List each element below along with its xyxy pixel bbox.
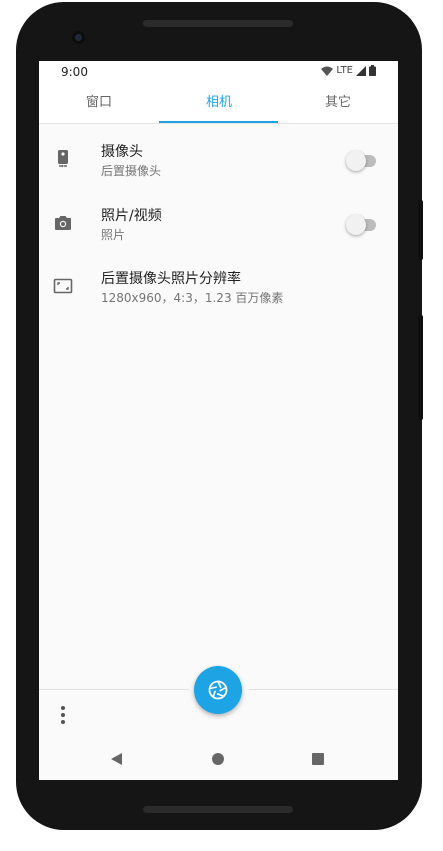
setting-row-resolution[interactable]: 后置摄像头照片分辨率 1280x960，4:3，1.23 百万像素 bbox=[39, 262, 398, 318]
toggle-thumb bbox=[346, 151, 366, 171]
setting-title: 后置摄像头照片分辨率 bbox=[101, 271, 241, 287]
volume-button bbox=[418, 315, 423, 420]
photo-video-toggle[interactable] bbox=[346, 215, 376, 235]
setting-subtitle: 1280x960，4:3，1.23 百万像素 bbox=[101, 291, 284, 305]
camera-icon bbox=[55, 216, 71, 230]
tab-other[interactable]: 其它 bbox=[278, 83, 398, 123]
shutter-button[interactable] bbox=[194, 666, 242, 714]
wifi-icon bbox=[321, 66, 334, 76]
bottom-speaker bbox=[143, 806, 293, 813]
status-bar: 9:00 LTE bbox=[39, 61, 398, 83]
more-vert-icon[interactable] bbox=[57, 706, 69, 726]
shutter-icon bbox=[208, 680, 228, 700]
network-type: LTE bbox=[336, 65, 353, 76]
toggle-thumb bbox=[346, 215, 366, 235]
power-button bbox=[418, 200, 423, 260]
setting-title: 摄像头 bbox=[101, 144, 143, 160]
back-icon[interactable] bbox=[111, 753, 122, 765]
status-icons: LTE bbox=[321, 65, 376, 76]
tab-indicator bbox=[159, 121, 278, 123]
signal-icon bbox=[356, 65, 366, 76]
setting-row-photo-video[interactable]: 照片/视频 照片 bbox=[39, 199, 398, 255]
setting-title: 照片/视频 bbox=[101, 208, 162, 224]
tab-camera[interactable]: 相机 bbox=[159, 83, 279, 123]
phone-camera-icon bbox=[58, 150, 68, 168]
battery-icon bbox=[369, 65, 376, 76]
aspect-ratio-icon bbox=[53, 278, 73, 294]
recents-icon[interactable] bbox=[312, 753, 324, 765]
tab-window[interactable]: 窗口 bbox=[39, 83, 159, 123]
status-time: 9:00 bbox=[61, 65, 88, 79]
front-camera bbox=[72, 31, 85, 44]
setting-subtitle: 照片 bbox=[101, 228, 126, 242]
home-icon[interactable] bbox=[212, 753, 224, 765]
system-nav-bar bbox=[39, 737, 398, 780]
setting-subtitle: 后置摄像头 bbox=[101, 164, 162, 178]
top-speaker bbox=[143, 20, 293, 27]
camera-toggle[interactable] bbox=[346, 151, 376, 171]
tab-bar: 窗口 相机 其它 bbox=[39, 83, 398, 124]
setting-row-camera[interactable]: 摄像头 后置摄像头 bbox=[39, 135, 398, 191]
screen: 9:00 LTE 窗口 相机 其它 摄像头 后置摄像头 照片/视频 照片 后置摄… bbox=[39, 61, 398, 780]
